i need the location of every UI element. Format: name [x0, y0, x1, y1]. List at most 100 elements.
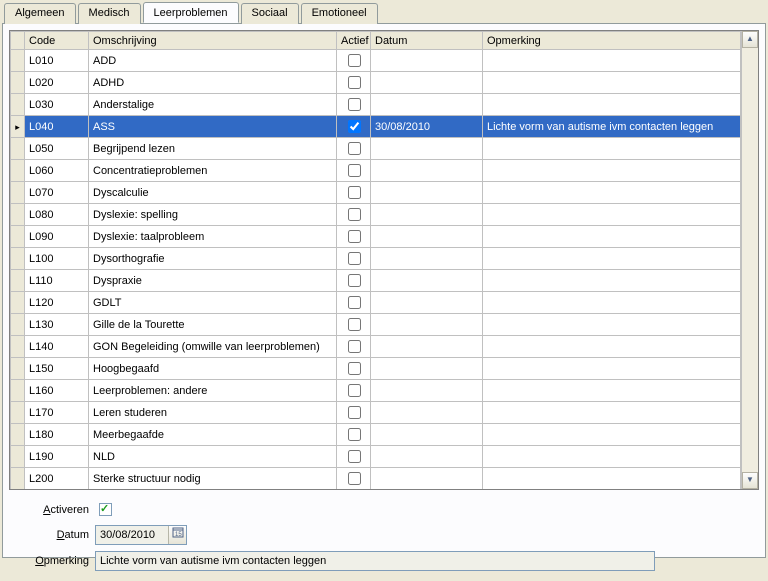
cell-actief[interactable]: [337, 226, 371, 248]
cell-opmerking[interactable]: [483, 182, 741, 204]
cell-opmerking[interactable]: [483, 270, 741, 292]
table-row[interactable]: L090Dyslexie: taalprobleem: [11, 226, 741, 248]
cell-actief[interactable]: [337, 292, 371, 314]
scroll-down-button[interactable]: ▼: [742, 472, 758, 489]
cell-opmerking[interactable]: [483, 336, 741, 358]
cell-code[interactable]: L130: [25, 314, 89, 336]
cell-actief[interactable]: [337, 270, 371, 292]
table-row[interactable]: L060Concentratieproblemen: [11, 160, 741, 182]
cell-omschrijving[interactable]: Gille de la Tourette: [89, 314, 337, 336]
cell-datum[interactable]: [371, 358, 483, 380]
cell-actief[interactable]: [337, 138, 371, 160]
actief-checkbox[interactable]: [348, 362, 361, 375]
cell-omschrijving[interactable]: GON Begeleiding (omwille van leerproblem…: [89, 336, 337, 358]
actief-checkbox[interactable]: [348, 76, 361, 89]
cell-code[interactable]: L140: [25, 336, 89, 358]
tab-leerproblemen[interactable]: Leerproblemen: [143, 2, 239, 23]
cell-datum[interactable]: [371, 138, 483, 160]
tab-sociaal[interactable]: Sociaal: [241, 3, 299, 24]
tab-emotioneel[interactable]: Emotioneel: [301, 3, 378, 24]
actief-checkbox[interactable]: [348, 252, 361, 265]
cell-code[interactable]: L010: [25, 50, 89, 72]
col-code[interactable]: Code: [25, 32, 89, 50]
cell-omschrijving[interactable]: Dyscalculie: [89, 182, 337, 204]
cell-code[interactable]: L180: [25, 424, 89, 446]
cell-omschrijving[interactable]: GDLT: [89, 292, 337, 314]
table-row[interactable]: L030Anderstalige: [11, 94, 741, 116]
cell-omschrijving[interactable]: Dysorthografie: [89, 248, 337, 270]
data-grid[interactable]: Code Omschrijving Actief Datum Opmerking…: [10, 31, 741, 489]
table-row[interactable]: L140GON Begeleiding (omwille van leerpro…: [11, 336, 741, 358]
cell-opmerking[interactable]: [483, 138, 741, 160]
cell-opmerking[interactable]: [483, 50, 741, 72]
cell-actief[interactable]: [337, 50, 371, 72]
scroll-track[interactable]: [742, 48, 758, 472]
cell-omschrijving[interactable]: ADHD: [89, 72, 337, 94]
cell-code[interactable]: L120: [25, 292, 89, 314]
table-row[interactable]: L070Dyscalculie: [11, 182, 741, 204]
cell-datum[interactable]: [371, 160, 483, 182]
cell-datum[interactable]: [371, 468, 483, 490]
actief-checkbox[interactable]: [348, 340, 361, 353]
cell-actief[interactable]: [337, 182, 371, 204]
opmerking-field[interactable]: [95, 551, 655, 571]
actief-checkbox[interactable]: [348, 142, 361, 155]
actief-checkbox[interactable]: [348, 318, 361, 331]
activeren-checkbox[interactable]: [99, 503, 112, 516]
cell-omschrijving[interactable]: Leerproblemen: andere: [89, 380, 337, 402]
table-row[interactable]: L040ASS30/08/2010Lichte vorm van autisme…: [11, 116, 741, 138]
cell-opmerking[interactable]: [483, 226, 741, 248]
cell-datum[interactable]: [371, 50, 483, 72]
table-row[interactable]: L100Dysorthografie: [11, 248, 741, 270]
cell-code[interactable]: L060: [25, 160, 89, 182]
cell-actief[interactable]: [337, 468, 371, 490]
actief-checkbox[interactable]: [348, 406, 361, 419]
cell-code[interactable]: L200: [25, 468, 89, 490]
cell-datum[interactable]: [371, 402, 483, 424]
scroll-up-button[interactable]: ▲: [742, 31, 758, 48]
cell-opmerking[interactable]: [483, 72, 741, 94]
cell-code[interactable]: L190: [25, 446, 89, 468]
tab-algemeen[interactable]: Algemeen: [4, 3, 76, 24]
table-row[interactable]: L200Sterke structuur nodig: [11, 468, 741, 490]
cell-code[interactable]: L050: [25, 138, 89, 160]
table-row[interactable]: L020ADHD: [11, 72, 741, 94]
actief-checkbox[interactable]: [348, 98, 361, 111]
cell-datum[interactable]: [371, 380, 483, 402]
cell-opmerking[interactable]: [483, 204, 741, 226]
cell-actief[interactable]: [337, 402, 371, 424]
cell-opmerking[interactable]: [483, 292, 741, 314]
table-row[interactable]: L150Hoogbegaafd: [11, 358, 741, 380]
cell-actief[interactable]: [337, 336, 371, 358]
cell-opmerking[interactable]: [483, 248, 741, 270]
cell-opmerking[interactable]: [483, 94, 741, 116]
cell-code[interactable]: L040: [25, 116, 89, 138]
cell-code[interactable]: L170: [25, 402, 89, 424]
cell-omschrijving[interactable]: Sterke structuur nodig: [89, 468, 337, 490]
cell-omschrijving[interactable]: ADD: [89, 50, 337, 72]
table-row[interactable]: L120GDLT: [11, 292, 741, 314]
cell-omschrijving[interactable]: Hoogbegaafd: [89, 358, 337, 380]
cell-omschrijving[interactable]: Concentratieproblemen: [89, 160, 337, 182]
cell-opmerking[interactable]: [483, 446, 741, 468]
table-row[interactable]: L050Begrijpend lezen: [11, 138, 741, 160]
cell-opmerking[interactable]: [483, 314, 741, 336]
actief-checkbox[interactable]: [348, 186, 361, 199]
cell-actief[interactable]: [337, 314, 371, 336]
cell-actief[interactable]: [337, 160, 371, 182]
cell-datum[interactable]: 30/08/2010: [371, 116, 483, 138]
table-row[interactable]: L170Leren studeren: [11, 402, 741, 424]
cell-omschrijving[interactable]: Dyslexie: taalprobleem: [89, 226, 337, 248]
cell-opmerking[interactable]: [483, 380, 741, 402]
actief-checkbox[interactable]: [348, 274, 361, 287]
cell-datum[interactable]: [371, 446, 483, 468]
col-datum[interactable]: Datum: [371, 32, 483, 50]
cell-datum[interactable]: [371, 94, 483, 116]
cell-actief[interactable]: [337, 380, 371, 402]
table-row[interactable]: L080Dyslexie: spelling: [11, 204, 741, 226]
table-row[interactable]: L110Dyspraxie: [11, 270, 741, 292]
cell-code[interactable]: L070: [25, 182, 89, 204]
cell-code[interactable]: L020: [25, 72, 89, 94]
table-row[interactable]: L010ADD: [11, 50, 741, 72]
cell-code[interactable]: L160: [25, 380, 89, 402]
